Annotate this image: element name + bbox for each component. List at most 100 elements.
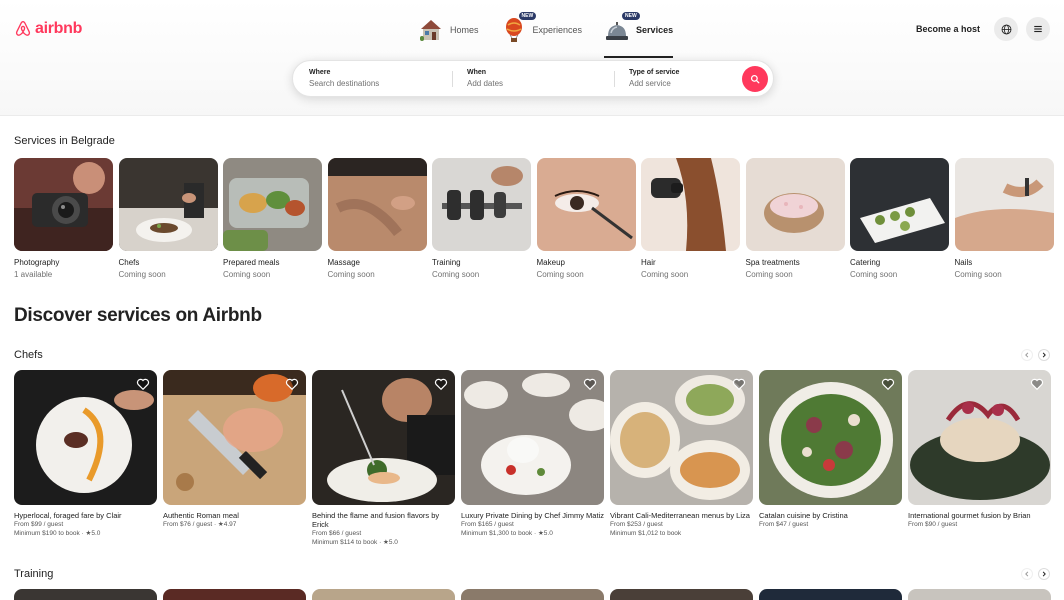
nav-services-label: Services	[636, 25, 674, 35]
nails-image	[954, 158, 1054, 251]
catering-image	[850, 158, 949, 251]
services-section-title: Services in Belgrade	[14, 135, 115, 147]
logo-text: airbnb	[35, 20, 83, 37]
chevron-left-icon	[1025, 352, 1029, 358]
service-card[interactable]: Nails Coming soon	[954, 158, 1054, 279]
training-card[interactable]	[14, 589, 157, 600]
language-button[interactable]	[994, 17, 1018, 41]
makeup-image	[536, 158, 636, 251]
chef-price: From $76 / guest · ★4.97	[163, 521, 237, 528]
nav-services[interactable]: NEW Services	[604, 12, 674, 58]
when-field[interactable]: When Add dates	[467, 69, 607, 88]
nav-experiences-label: Experiences	[532, 25, 583, 35]
become-host-link[interactable]: Become a host	[916, 24, 980, 34]
carousel-next-button[interactable]	[1038, 349, 1050, 361]
service-availability: Coming soon	[536, 270, 584, 279]
service-name: Nails	[954, 258, 973, 267]
where-field[interactable]: Where Search destinations	[309, 69, 449, 88]
chef-card[interactable]: Luxury Private Dining by Chef Jimmy Mati…	[461, 370, 604, 547]
services-list: Photography 1 available Chefs Coming soo…	[14, 158, 1054, 279]
training-card[interactable]	[312, 589, 455, 600]
service-name: Catering	[850, 258, 881, 267]
chef-title: Hyperlocal, foraged fare by Clair	[14, 511, 122, 520]
chef-card[interactable]: Authentic Roman meal From $76 / guest · …	[163, 370, 306, 547]
heart-icon[interactable]	[1030, 377, 1044, 391]
training-card[interactable]	[759, 589, 902, 600]
service-card[interactable]: Makeup Coming soon	[536, 158, 636, 279]
heart-icon[interactable]	[583, 377, 597, 391]
chef-title: Catalan cuisine by Cristina	[759, 511, 848, 520]
nav-homes[interactable]: Homes	[418, 14, 479, 46]
chef-card[interactable]: Vibrant Cali-Mediterranean menus by Liza…	[610, 370, 753, 547]
heart-icon[interactable]	[136, 377, 150, 391]
service-card[interactable]: Photography 1 available	[14, 158, 113, 279]
training-list	[14, 589, 1051, 600]
discover-title: Discover services on Airbnb	[14, 305, 262, 326]
chef-card-image	[610, 370, 753, 505]
chefs-image	[118, 158, 218, 251]
search-button[interactable]	[742, 66, 768, 92]
chef-minimum: Minimum $190 to book · ★5.0	[14, 530, 101, 537]
nav-homes-label: Homes	[450, 25, 479, 35]
chef-minimum: Minimum $1,012 to book	[610, 530, 682, 537]
heart-icon[interactable]	[881, 377, 895, 391]
heart-icon[interactable]	[732, 377, 746, 391]
service-availability: Coming soon	[118, 270, 166, 279]
house-icon	[420, 20, 441, 41]
nav-experiences[interactable]: NEW Experiences	[501, 12, 583, 46]
service-name: Hair	[641, 258, 656, 267]
service-availability: Coming soon	[641, 270, 689, 279]
airbnb-logo[interactable]: airbnb	[14, 20, 82, 38]
chevron-right-icon	[1042, 571, 1046, 577]
service-card[interactable]: Chefs Coming soon	[118, 158, 218, 279]
chef-card-image	[461, 370, 604, 505]
airbnb-logo-icon	[15, 21, 31, 36]
photography-image	[14, 158, 113, 251]
carousel-prev-button[interactable]	[1021, 568, 1033, 580]
training-card[interactable]	[610, 589, 753, 600]
carousel-prev-button[interactable]	[1021, 349, 1033, 361]
service-type-label: Type of service	[629, 69, 680, 76]
service-card[interactable]: Prepared meals Coming soon	[223, 158, 322, 279]
training-section-title: Training	[14, 568, 54, 580]
training-image	[432, 158, 531, 251]
service-card[interactable]: Catering Coming soon	[850, 158, 949, 279]
service-card[interactable]: Massage Coming soon	[327, 158, 427, 279]
service-name: Makeup	[536, 258, 565, 267]
chef-price: From $47 / guest	[759, 521, 809, 528]
service-type-field[interactable]: Type of service Add service	[629, 69, 729, 88]
chef-card[interactable]: International gourmet fusion by Brian Fr…	[908, 370, 1051, 547]
heart-icon[interactable]	[434, 377, 448, 391]
service-name: Chefs	[118, 258, 140, 267]
training-card[interactable]	[908, 589, 1051, 600]
chef-title: Behind the flame and fusion flavors by E…	[312, 511, 440, 529]
chef-card[interactable]: Hyperlocal, foraged fare by Clair From $…	[14, 370, 157, 547]
main-menu-button[interactable]	[1026, 17, 1050, 41]
hair-image	[641, 158, 740, 251]
service-card[interactable]: Spa treatments Coming soon	[745, 158, 845, 279]
service-card[interactable]: Hair Coming soon	[641, 158, 740, 279]
heart-icon[interactable]	[285, 377, 299, 391]
carousel-next-button[interactable]	[1038, 568, 1050, 580]
service-name: Massage	[327, 258, 360, 267]
service-card[interactable]: Training Coming soon	[432, 158, 531, 279]
training-card[interactable]	[461, 589, 604, 600]
chef-card-image	[908, 370, 1051, 505]
massage-image	[327, 158, 427, 251]
chef-card[interactable]: Behind the flame and fusion flavors by E…	[312, 370, 455, 547]
chef-card-image	[163, 370, 306, 505]
service-availability: Coming soon	[745, 270, 793, 279]
chef-price: From $66 / guest	[312, 530, 362, 537]
service-name: Photography	[14, 258, 60, 267]
chefs-section-title: Chefs	[14, 349, 43, 361]
chef-card[interactable]: Catalan cuisine by Cristina From $47 / g…	[759, 370, 902, 547]
training-carousel-controls	[1021, 568, 1050, 580]
spa-treatments-image	[745, 158, 845, 251]
when-placeholder: Add dates	[467, 79, 504, 88]
where-label: Where	[309, 69, 331, 76]
chef-title: Vibrant Cali-Mediterranean menus by Liza	[610, 511, 750, 520]
new-badge: NEW	[518, 12, 537, 20]
service-name: Spa treatments	[745, 258, 800, 267]
chef-price: From $253 / guest	[610, 521, 663, 528]
training-card[interactable]	[163, 589, 306, 600]
